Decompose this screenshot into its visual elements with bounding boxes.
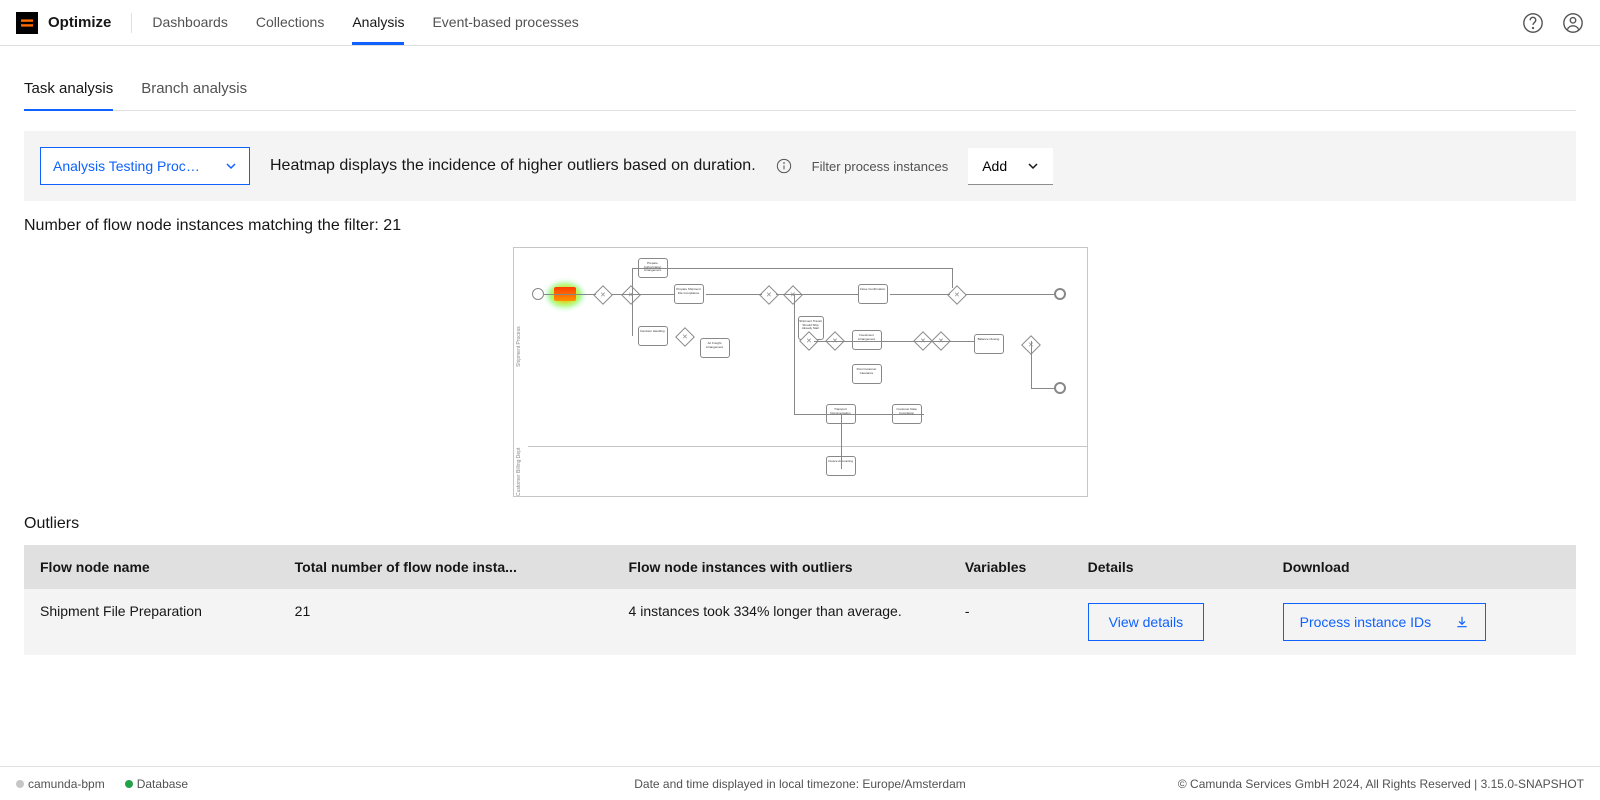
control-panel: Analysis Testing Proce... Heatmap displa… [24,131,1576,201]
table-row: Shipment File Preparation 21 4 instances… [24,589,1576,655]
heatmap-description: Heatmap displays the incidence of higher… [270,157,756,175]
info-icon[interactable] [776,158,792,174]
view-details-button[interactable]: View details [1088,603,1204,641]
nav-collections[interactable]: Collections [256,0,324,45]
col-total[interactable]: Total number of flow node insta... [279,545,613,589]
nav-dashboards[interactable]: Dashboards [152,0,228,45]
end-event[interactable] [1054,288,1066,300]
engine-status-dot [16,780,24,788]
engine-label: camunda-bpm [28,777,105,791]
app-header: Optimize Dashboards Collections Analysis… [0,0,1600,46]
task[interactable]: Prepare Shipment File Compliance [674,284,704,304]
filter-label: Filter process instances [812,159,949,174]
gateway[interactable] [593,285,613,305]
db-status-dot [125,780,133,788]
task[interactable]: Post Customer Clearance [852,364,882,384]
analysis-tabs: Task analysis Branch analysis [24,70,1576,111]
task[interactable]: Decision Handling [638,326,668,346]
footer: camunda-bpm Database Date and time displ… [0,766,1600,800]
nav-analysis[interactable]: Analysis [352,0,404,45]
task[interactable]: Balance Closing [974,334,1004,354]
logo [16,12,38,34]
task[interactable]: Investment Arrangement [852,330,882,350]
db-label: Database [137,777,188,791]
col-variables[interactable]: Variables [949,545,1072,589]
main-nav: Dashboards Collections Analysis Event-ba… [152,0,578,45]
process-select[interactable]: Analysis Testing Proce... [40,147,250,185]
product-name: Optimize [48,14,111,31]
tab-branch-analysis[interactable]: Branch analysis [141,70,247,111]
gateway[interactable] [947,285,967,305]
cell-total: 21 [279,589,613,655]
gateway[interactable] [675,327,695,347]
col-outliers[interactable]: Flow node instances with outliers [613,545,949,589]
add-filter-button[interactable]: Add [968,148,1053,185]
copyright: © Camunda Services GmbH 2024, All Rights… [1178,777,1584,791]
gateway[interactable] [621,285,641,305]
download-icon [1455,615,1469,629]
col-details[interactable]: Details [1072,545,1267,589]
outliers-heading: Outliers [24,515,1576,533]
cell-name: Shipment File Preparation [24,589,279,655]
task[interactable]: Air Freight Arrangement [700,338,730,358]
process-select-label: Analysis Testing Proce... [53,158,203,174]
tab-task-analysis[interactable]: Task analysis [24,70,113,111]
start-event[interactable] [532,288,544,300]
timezone-info: Date and time displayed in local timezon… [634,777,966,791]
gateway[interactable] [759,285,779,305]
task[interactable]: Close Confirmation [858,284,888,304]
nav-event-processes[interactable]: Event-based processes [432,0,578,45]
gateway[interactable] [783,285,803,305]
outliers-table: Flow node name Total number of flow node… [24,545,1576,655]
bpmn-diagram[interactable]: Shipment Process Customer Billing Dept P… [513,247,1088,497]
bpmn-diagram-container: Shipment Process Customer Billing Dept P… [24,247,1576,497]
cell-variables: - [949,589,1072,655]
instance-count: Number of flow node instances matching t… [24,217,1576,235]
cell-outliers: 4 instances took 334% longer than averag… [613,589,949,655]
chevron-down-icon [1027,160,1039,172]
end-event[interactable] [1054,382,1066,394]
user-icon[interactable] [1562,12,1584,34]
chevron-down-icon [225,160,237,172]
help-icon[interactable] [1522,12,1544,34]
col-download[interactable]: Download [1267,545,1576,589]
col-flow-node-name[interactable]: Flow node name [24,545,279,589]
download-ids-button[interactable]: Process instance IDs [1283,603,1487,641]
